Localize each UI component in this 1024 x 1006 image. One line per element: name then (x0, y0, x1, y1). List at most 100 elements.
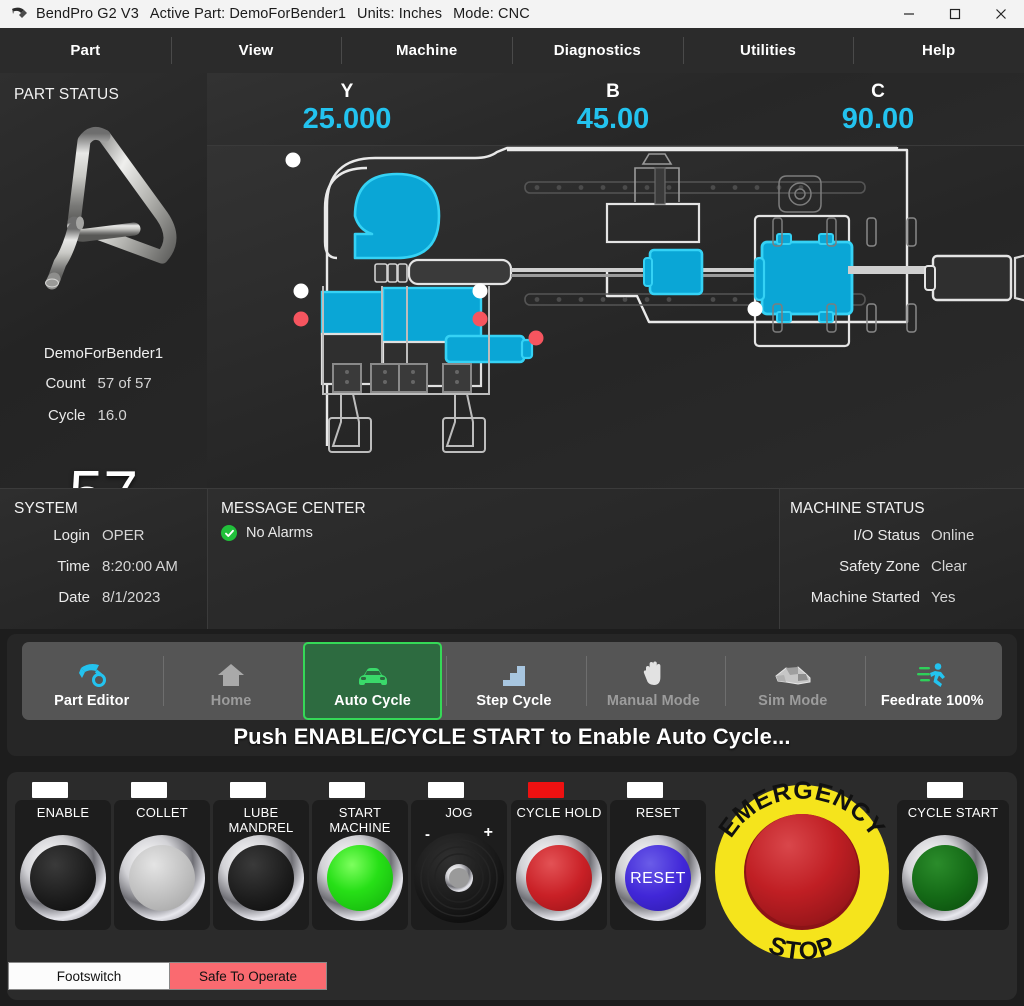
hw-button-emergency-stop: EMERGENCY STOP (713, 777, 889, 966)
axis-name: Y (340, 81, 354, 102)
maximize-icon (949, 8, 961, 20)
main-work-area: PART STATUS DemoForBender1 Count 57 of 5… (0, 73, 1024, 629)
system-panel: SYSTEM Login OPER Time 8:20:00 AM Date 8… (0, 489, 208, 629)
menu-item-machine[interactable]: Machine (341, 28, 512, 73)
message-center-title: MESSAGE CENTER (221, 500, 366, 517)
hand-icon (641, 654, 665, 688)
menu-item-utilities[interactable]: Utilities (682, 28, 854, 73)
jog-minus-label: - (425, 826, 430, 843)
mode-bar-container: Part Editor Home Auto Cycle Step Cycle M… (7, 634, 1017, 756)
hw-plate-reset[interactable]: RESET RESET (610, 800, 706, 930)
hw-plate-cycle-start[interactable]: CYCLE START (897, 800, 1009, 930)
mode-button-part-editor[interactable]: Part Editor (24, 644, 159, 718)
status-strip: SYSTEM Login OPER Time 8:20:00 AM Date 8… (0, 488, 1024, 629)
system-time-label: Time (57, 558, 90, 575)
hw-plate-enable[interactable]: ENABLE (15, 800, 111, 930)
part-status-title: PART STATUS (14, 86, 119, 103)
hw-plate-start-machine[interactable]: START MACHINE (312, 800, 408, 930)
close-icon (996, 9, 1006, 19)
mode-bar: Part Editor Home Auto Cycle Step Cycle M… (22, 642, 1002, 720)
hw-label-reset: RESET (635, 805, 681, 820)
mode-button-label: Manual Mode (606, 692, 700, 709)
units-label: Units: Inches (357, 6, 443, 22)
hw-label-machine: MACHINE (329, 820, 391, 835)
close-button[interactable] (978, 0, 1024, 28)
message-center-panel: MESSAGE CENTER No Alarms (208, 489, 780, 629)
part-name: DemoForBender1 (43, 345, 164, 362)
hw-label-enable: ENABLE (36, 805, 90, 820)
mode-button-label: Sim Mode (758, 692, 828, 709)
minimize-button[interactable] (886, 0, 932, 28)
menu-item-help[interactable]: Help (853, 28, 1024, 73)
mode-button-step-cycle[interactable]: Step Cycle (446, 644, 581, 718)
mode-button-sim-mode[interactable]: Sim Mode (725, 644, 860, 718)
machine-status-title: MACHINE STATUS (790, 500, 925, 517)
mode-button-label: Part Editor (54, 692, 130, 709)
menu-label: Help (922, 42, 956, 59)
system-date-row: Date 8/1/2023 (0, 589, 195, 606)
hw-label-cycle-start: CYCLE START (907, 805, 999, 820)
part-status-panel: PART STATUS DemoForBender1 Count 57 of 5… (0, 73, 207, 525)
hw-plate-lube-mandrel[interactable]: LUBE MANDREL (213, 800, 309, 930)
io-status-row: I/O Status Online (780, 527, 1012, 544)
menu-item-part[interactable]: Part (0, 28, 171, 73)
safety-zone-row: Safety Zone Clear (780, 558, 1012, 575)
bendpro-application-window: BendPro G2 V3 Active Part: DemoForBender1… (0, 0, 1024, 1006)
mode-button-auto-cycle[interactable]: Auto Cycle (302, 642, 443, 720)
mode-button-manual-mode[interactable]: Manual Mode (585, 644, 721, 718)
safety-zone-label: Safety Zone (839, 558, 920, 575)
jog-plus-label: + (483, 824, 493, 841)
menu-label: Machine (395, 42, 458, 59)
axis-readout-b: B 45.00 (498, 81, 728, 136)
bent-tube-preview (12, 111, 197, 341)
hw-label-collet: COLLET (136, 805, 188, 820)
machine-status-panel: MACHINE STATUS I/O Status Online Safety … (780, 489, 1024, 629)
mode-button-feedrate[interactable]: Feedrate 100% (864, 644, 1000, 718)
hw-plate-jog[interactable]: JOG - + (411, 800, 507, 930)
maximize-button[interactable] (932, 0, 978, 28)
mode-button-home[interactable]: Home (163, 644, 298, 718)
hw-label-mandrel: MANDREL (228, 820, 294, 835)
hw-plate-collet[interactable]: COLLET (114, 800, 210, 930)
axis-readout-y: Y 25.000 (232, 81, 462, 136)
system-time-row: Time 8:20:00 AM (0, 558, 195, 575)
window-title-bar: BendPro G2 V3 Active Part: DemoForBender1… (0, 0, 1024, 28)
mode-button-label: Feedrate 100% (880, 692, 984, 709)
app-title: BendPro G2 V3 (36, 6, 139, 22)
part-cycle-label: Cycle (47, 407, 86, 424)
axis-value: 90.00 (841, 103, 915, 135)
footswitch-status[interactable]: Footswitch (9, 963, 169, 989)
mode-separator (725, 656, 727, 706)
system-login-row: Login OPER (0, 527, 195, 544)
menu-label: View (238, 42, 274, 59)
bendpro-logo-icon (10, 6, 28, 22)
machine-started-value: Yes (931, 589, 956, 606)
active-part-label: Active Part: DemoForBender1 (149, 6, 346, 22)
menu-label: Diagnostics (553, 42, 641, 59)
menu-item-view[interactable]: View (170, 28, 342, 73)
main-menu-bar: Part View Machine Diagnostics Utilities … (0, 28, 1024, 73)
bottom-status-bar: Footswitch Safe To Operate (8, 962, 327, 990)
axis-name: B (606, 81, 620, 102)
car-icon (356, 654, 390, 688)
menu-item-diagnostics[interactable]: Diagnostics (512, 28, 683, 73)
system-login-label: Login (53, 527, 90, 544)
mode-label: Mode: CNC (453, 6, 530, 22)
safe-to-operate-status[interactable]: Safe To Operate (169, 963, 326, 989)
axis-value: 45.00 (576, 103, 650, 135)
part-cycle-row: Cycle 16.0 (0, 407, 207, 424)
home-icon (217, 654, 245, 688)
mode-button-label: Home (210, 692, 252, 709)
part-cycle-value: 16.0 (97, 407, 127, 424)
part-count-row: Count 57 of 57 (0, 375, 207, 392)
hw-label-lube: LUBE (243, 805, 279, 820)
mode-button-label: Auto Cycle (334, 692, 411, 709)
machine-started-label: Machine Started (810, 589, 920, 606)
prompt-message: Push ENABLE/CYCLE START to Enable Auto C… (233, 724, 791, 749)
minimize-icon (904, 13, 914, 15)
io-status-label: I/O Status (853, 527, 920, 544)
hw-plate-cycle-hold[interactable]: CYCLE HOLD (511, 800, 607, 930)
io-status-value: Online (931, 527, 975, 544)
machine-diagram (207, 145, 1024, 489)
mode-separator (585, 656, 587, 706)
